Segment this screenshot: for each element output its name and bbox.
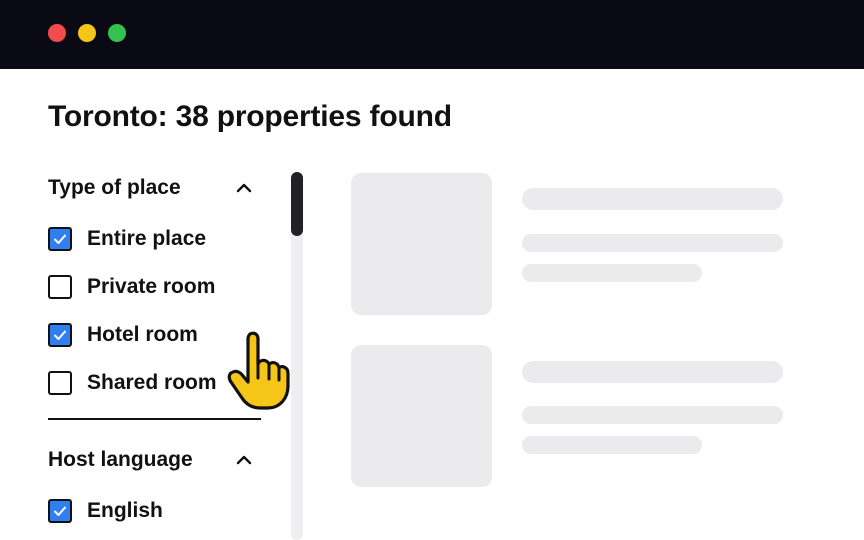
filter-option-label: Shared room [87, 371, 217, 394]
checkbox-checked[interactable] [48, 323, 72, 347]
filter-section-title: Host language [48, 448, 193, 471]
skeleton-title-line [522, 188, 783, 210]
skeleton-text-line [522, 406, 783, 424]
pointer-hand-icon [227, 331, 290, 410]
result-thumbnail-placeholder [351, 345, 492, 487]
filter-section-title: Type of place [48, 176, 181, 199]
filter-option-label: Hotel room [87, 323, 198, 346]
minimize-window-button[interactable] [78, 24, 96, 42]
result-thumbnail-placeholder [351, 173, 492, 315]
close-window-button[interactable] [48, 24, 66, 42]
page-title: Toronto: 38 properties found [48, 100, 452, 133]
chevron-up-icon[interactable] [234, 178, 254, 198]
filter-section-host-language-header[interactable]: Host language [48, 444, 260, 474]
maximize-window-button[interactable] [108, 24, 126, 42]
filter-section-type-of-place-header[interactable]: Type of place [48, 172, 260, 202]
filter-option-entire-place[interactable]: Entire place [48, 227, 268, 253]
chevron-up-icon[interactable] [234, 450, 254, 470]
checkmark-icon [54, 330, 66, 340]
checkmark-icon [54, 234, 66, 244]
checkbox-checked[interactable] [48, 227, 72, 251]
skeleton-text-line [522, 436, 702, 454]
filter-option-label: English [87, 499, 163, 522]
filter-option-label: Private room [87, 275, 216, 298]
checkbox-unchecked[interactable] [48, 275, 72, 299]
checkmark-icon [54, 506, 66, 516]
skeleton-title-line [522, 361, 783, 383]
checkbox-checked[interactable] [48, 499, 72, 523]
filter-scrollbar-thumb[interactable] [291, 172, 303, 236]
filter-option-label: Entire place [87, 227, 207, 250]
section-divider [48, 418, 261, 420]
skeleton-text-line [522, 234, 783, 252]
filter-option-private-room[interactable]: Private room [48, 275, 268, 301]
checkbox-unchecked[interactable] [48, 371, 72, 395]
skeleton-text-line [522, 264, 702, 282]
window-titlebar [0, 0, 864, 69]
filter-option-english[interactable]: English [48, 499, 268, 525]
